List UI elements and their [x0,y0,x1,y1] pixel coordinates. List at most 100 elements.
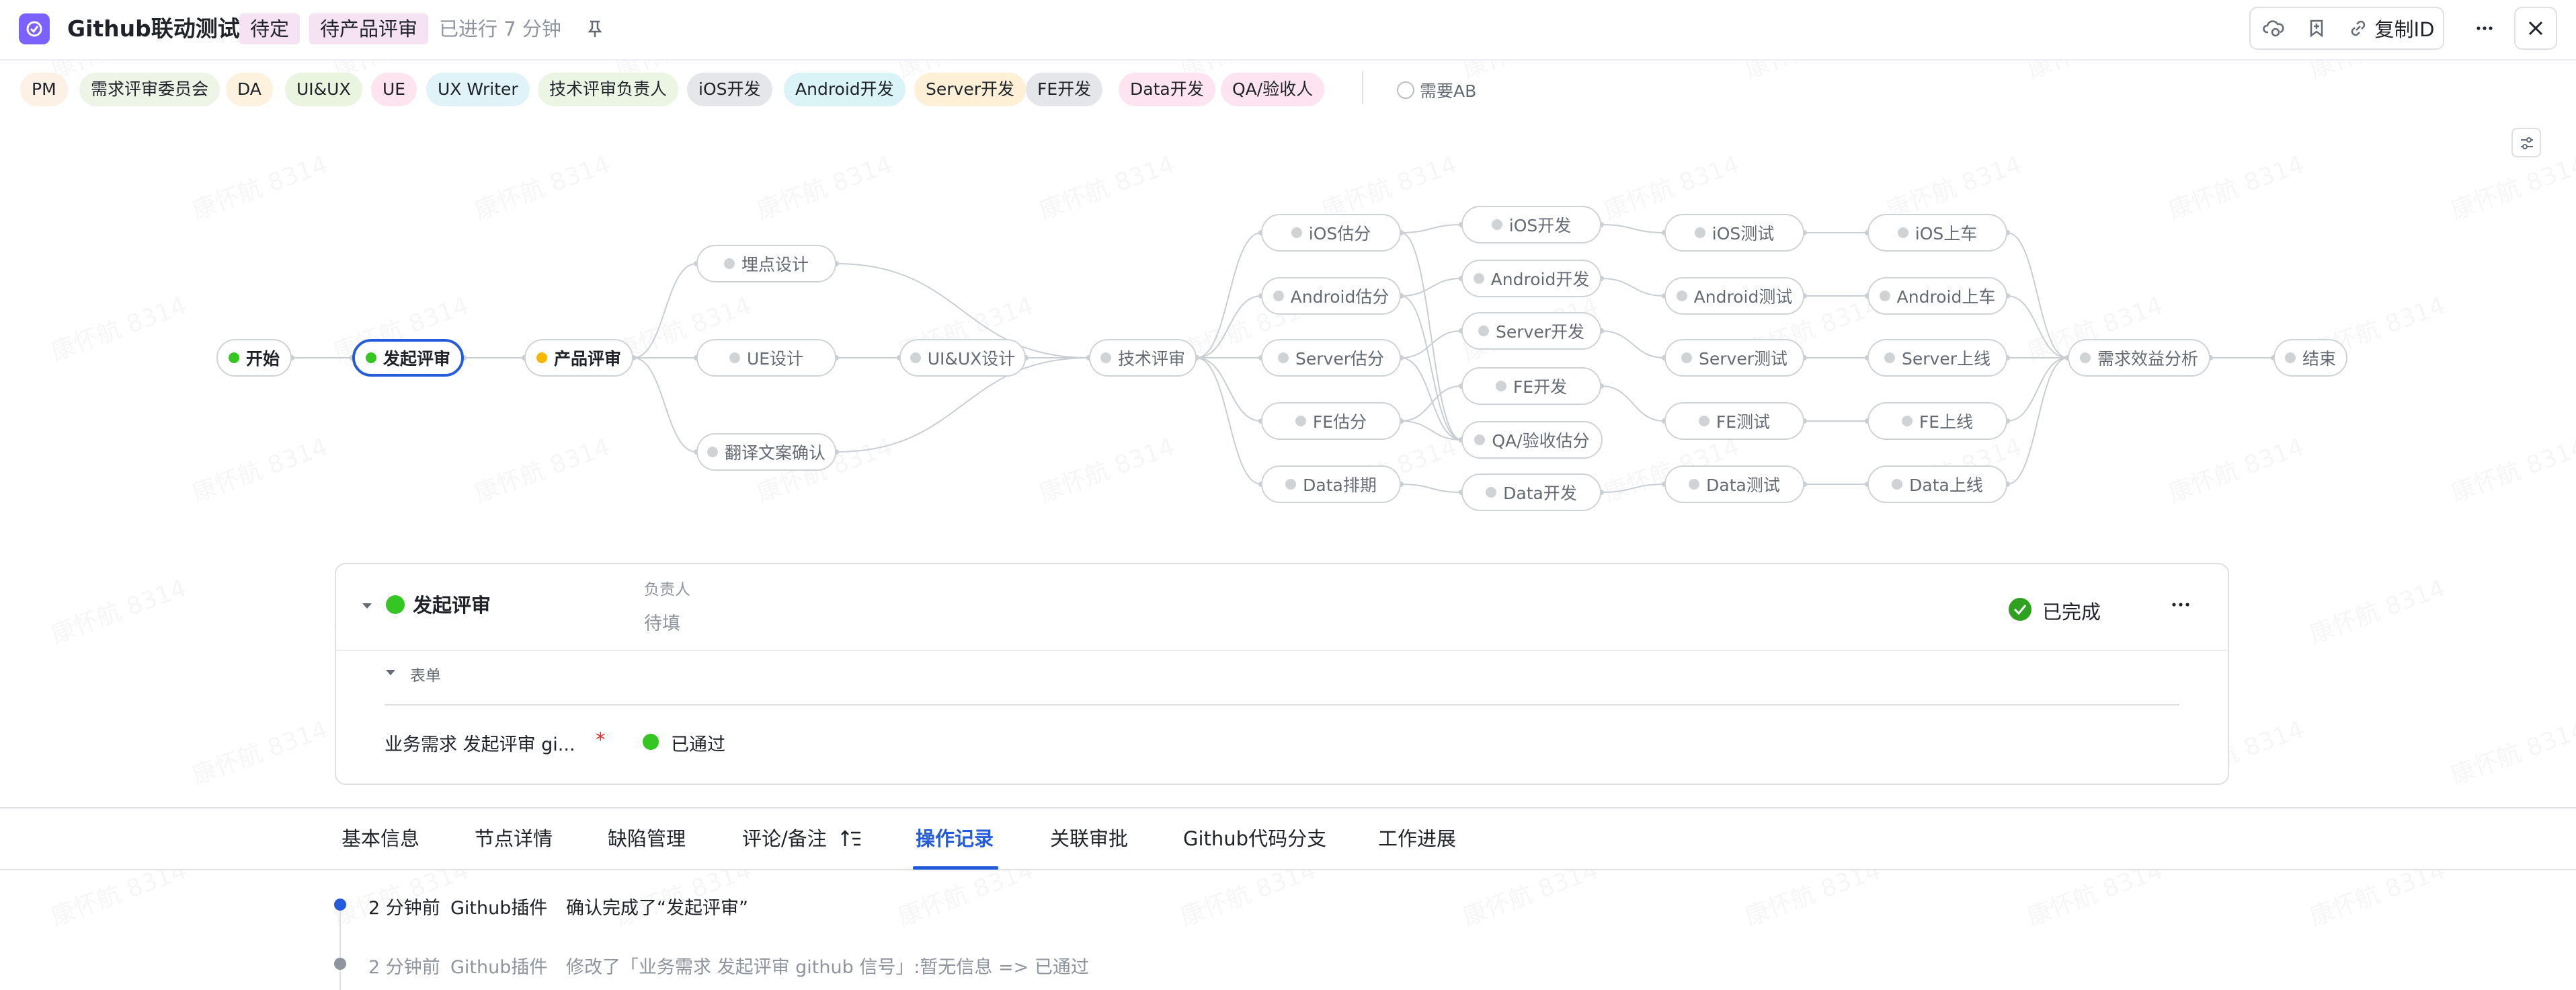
node-label: 发起评审 [383,349,450,369]
node-label: UE设计 [746,349,804,369]
flow-node-android-release[interactable]: Android上车 [1867,277,2007,315]
node-label: iOS测试 [1712,224,1775,243]
flow-node-data-test[interactable]: Data测试 [1664,465,1804,503]
assignee-label: 负责人 [644,581,690,599]
form-field-label: 业务需求 发起评审 gi... [385,734,575,755]
flow-node-android-dev[interactable]: Android开发 [1461,260,1601,297]
flow-node-android-est[interactable]: Android估分 [1261,277,1401,315]
node-status-dot [1273,291,1284,301]
node-status-dot [1486,487,1497,498]
node-label: Server上线 [1902,349,1990,369]
node-status-dot [2284,352,2296,363]
node-status-dot [1879,291,1890,301]
flow-node-data-dev[interactable]: Data开发 [1461,473,1601,511]
node-status-dot [1478,326,1489,336]
node-status-dot [1278,352,1289,363]
caret-down-icon [386,670,395,675]
node-status-dot [707,447,718,457]
log-dot [334,958,346,970]
flow-node-benefit[interactable]: 需求效益分析 [2068,339,2210,377]
form-value-dot [643,734,659,750]
node-label: FE测试 [1716,412,1771,432]
node-label: 结束 [2302,349,2336,369]
flow-node-fe-test[interactable]: FE测试 [1664,402,1804,440]
node-status-dot [1676,291,1687,301]
flow-node-tech-review[interactable]: 技术评审 [1089,339,1197,377]
tab-github-branches[interactable]: Github代码分支 [1183,808,1326,869]
node-label: UI&UX设计 [927,349,1016,369]
node-label: FE估分 [1312,412,1367,432]
node-label: Data上线 [1909,475,1983,495]
flow-node-fe-dev[interactable]: FE开发 [1461,367,1601,405]
node-status-dot [1689,479,1700,490]
watermark-text: 康怀航 8314 [45,568,190,650]
flow-edge [1400,224,1462,233]
form-field-value[interactable]: 已通过 [671,730,725,756]
node-label: 需求效益分析 [2097,349,2198,369]
flow-node-server-release[interactable]: Server上线 [1867,339,2007,377]
tab-activity-log[interactable]: 操作记录 [916,808,994,869]
flow-node-data-release[interactable]: Data上线 [1867,465,2007,503]
flow-node-uiux[interactable]: UI&UX设计 [899,339,1026,377]
log-actor: Github插件 [450,957,548,978]
flow-node-data-sched[interactable]: Data排期 [1261,465,1401,503]
node-status-dot [365,352,376,363]
form-collapse-toggle[interactable] [385,667,397,681]
node-label: Data开发 [1503,484,1577,503]
collapse-toggle[interactable] [360,599,374,615]
node-label: 技术评审 [1117,349,1185,369]
flow-edge [2007,357,2068,422]
flow-node-server-est[interactable]: Server估分 [1261,339,1401,377]
flow-node-tracking[interactable]: 埋点设计 [696,245,836,282]
node-label: 产品评审 [553,349,621,369]
flow-edge [1196,357,1262,485]
flow-node-ios-test[interactable]: iOS测试 [1664,214,1804,252]
flow-node-qa-est[interactable]: QA/验收估分 [1461,421,1603,459]
flow-edge [1400,232,1462,441]
log-action: 确认完成了“发起评审” [566,898,748,919]
node-status-dot [1291,227,1302,238]
flow-node-server-test[interactable]: Server测试 [1664,339,1804,377]
flow-node-server-dev[interactable]: Server开发 [1461,312,1601,350]
assignee-field[interactable]: 待填 [644,609,680,635]
flow-node-start[interactable]: 开始 [216,339,292,377]
flow-node-android-test[interactable]: Android测试 [1664,277,1804,315]
flow-node-ios-est[interactable]: iOS估分 [1261,214,1401,252]
log-dot-current [334,899,346,911]
tab-work-progress[interactable]: 工作进展 [1378,808,1456,869]
tab-comments[interactable]: 评论/备注 [742,808,827,869]
flow-node-initiate[interactable]: 发起评审 [352,339,464,377]
sort-icon[interactable] [840,829,862,851]
tab-node-details[interactable]: 节点详情 [475,808,553,869]
flow-node-ue-design[interactable]: UE设计 [696,339,836,377]
flow-node-ios-release[interactable]: iOS上车 [1867,214,2007,252]
node-status-dot [729,352,740,363]
node-label: Android开发 [1490,270,1590,289]
flow-edge [633,357,697,453]
node-status-dot [2079,352,2091,363]
flow-edge [1601,224,1665,233]
log-time: 2 分钟前 [368,957,440,978]
node-more-button[interactable] [2166,591,2196,618]
active-tab-indicator [913,866,998,870]
tab-basic-info[interactable]: 基本信息 [341,808,419,869]
flow-node-fe-release[interactable]: FE上线 [1867,402,2007,440]
flow-node-product-review[interactable]: 产品评审 [524,339,633,377]
node-label: 埋点设计 [741,255,809,274]
node-status-dot [1295,416,1306,426]
flow-edge [1601,330,1665,358]
tab-defects[interactable]: 缺陷管理 [608,808,686,869]
flow-node-translation[interactable]: 翻译文案确认 [696,433,836,471]
watermark-text: 康怀航 8314 [2445,710,2576,791]
flow-edge [2007,295,2068,358]
watermark-text: 康怀航 8314 [186,710,331,791]
flow-node-end[interactable]: 结束 [2273,339,2347,377]
node-label: Server开发 [1496,322,1584,342]
flow-node-ios-dev[interactable]: iOS开发 [1461,206,1601,243]
node-label: 开始 [245,349,280,369]
flow-node-fe-est[interactable]: FE估分 [1261,402,1401,440]
flow-edge [2007,232,2068,358]
tab-related-approvals[interactable]: 关联审批 [1050,808,1128,869]
log-time: 2 分钟前 [368,898,440,919]
node-label: FE开发 [1513,377,1568,397]
